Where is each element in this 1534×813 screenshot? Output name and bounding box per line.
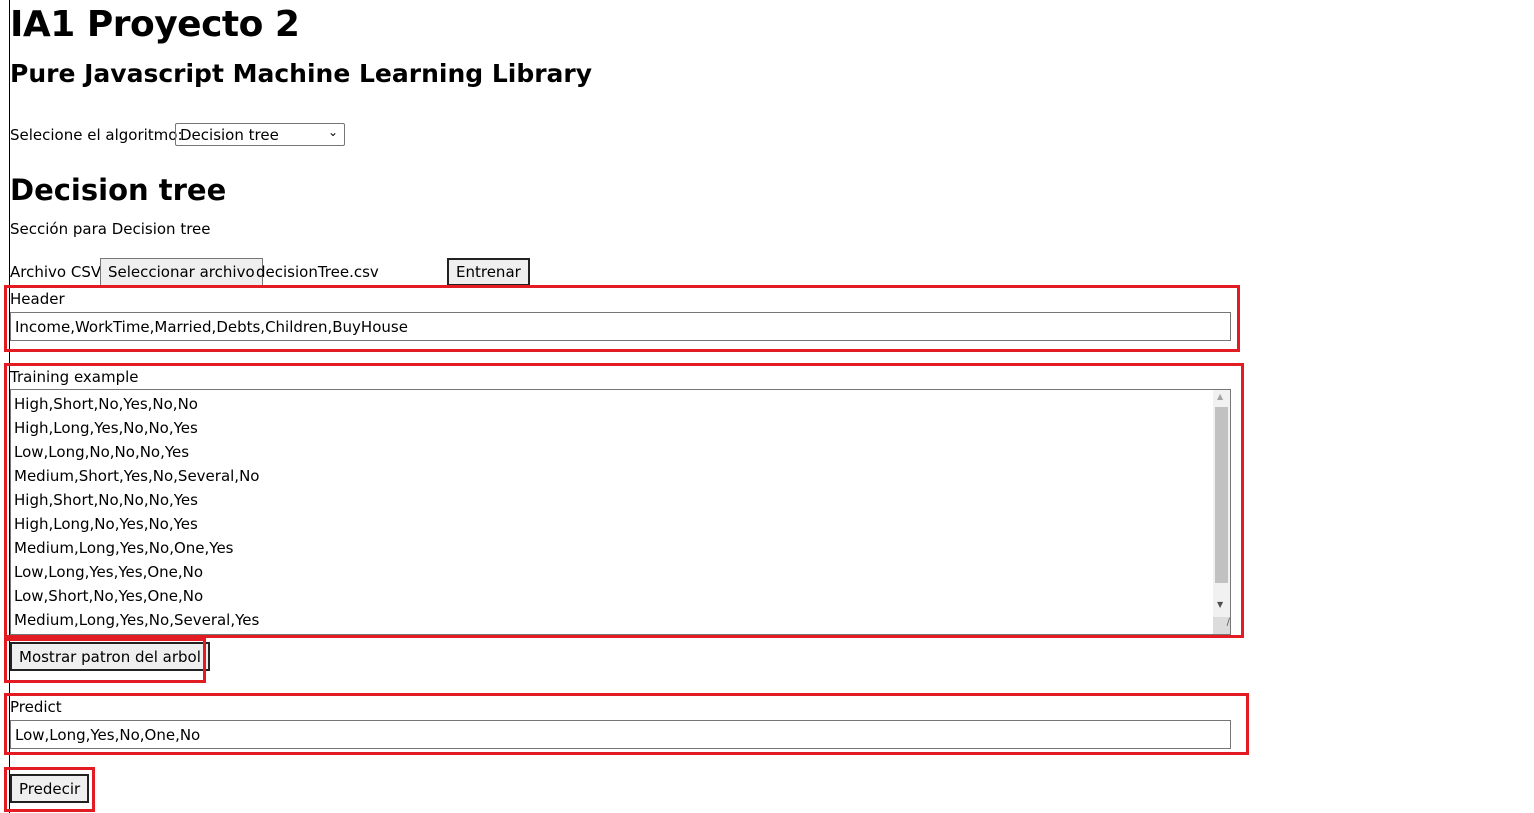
train-button[interactable]: Entrenar — [447, 258, 530, 286]
page-title: IA1 Proyecto 2 — [10, 4, 300, 45]
section-description: Sección para Decision tree — [10, 220, 211, 238]
file-name: decisionTree.csv — [256, 263, 379, 281]
chevron-down-icon: ⌄ — [327, 125, 338, 139]
section-heading: Decision tree — [10, 173, 227, 207]
algorithm-selected-value: Decision tree — [180, 126, 279, 144]
file-label: Archivo CSV — [10, 263, 102, 281]
highlight-box-training — [4, 363, 1244, 638]
algorithm-select[interactable]: Decision tree ⌄ — [175, 123, 345, 146]
highlight-box-predict-button — [4, 767, 95, 812]
algorithm-label: Selecione el algoritmo: — [10, 126, 183, 144]
highlight-box-show-tree — [4, 638, 206, 683]
highlight-box-header — [4, 285, 1240, 352]
page-subtitle: Pure Javascript Machine Learning Library — [10, 59, 593, 88]
choose-file-button[interactable]: Seleccionar archivo — [100, 258, 263, 286]
highlight-box-predict — [4, 693, 1249, 755]
